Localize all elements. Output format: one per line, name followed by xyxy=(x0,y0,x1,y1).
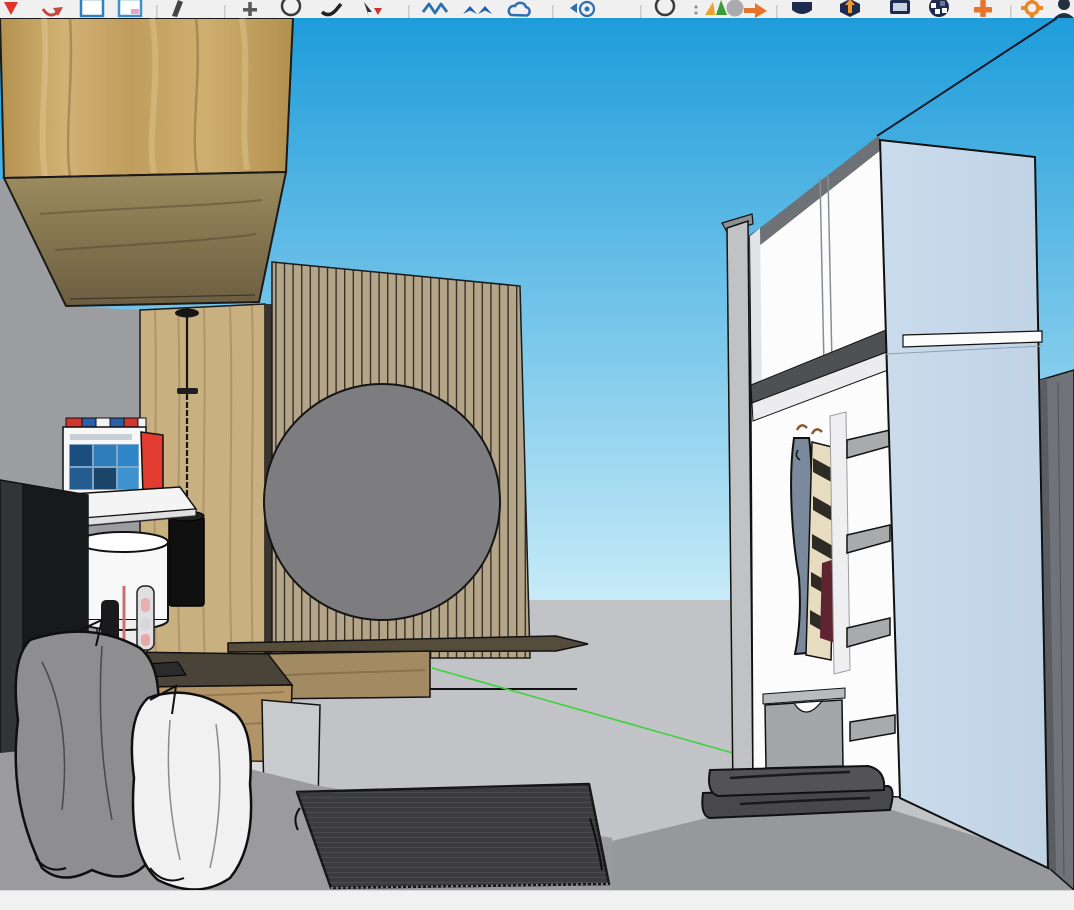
striped-book-edge xyxy=(66,418,146,427)
wardrobe-drawer[interactable] xyxy=(765,700,843,768)
export-arrow-icon[interactable] xyxy=(744,3,767,18)
round-mirror[interactable] xyxy=(264,384,500,620)
refresh-icon[interactable] xyxy=(656,0,674,15)
toolbar-separator xyxy=(776,5,778,18)
scale-tool-icon[interactable] xyxy=(119,0,141,16)
remote-device xyxy=(137,586,154,650)
rug-blanket[interactable] xyxy=(295,784,609,888)
pencil-tool-icon[interactable] xyxy=(172,0,183,17)
folded-towels[interactable] xyxy=(702,766,892,818)
select-cursor-icon[interactable] xyxy=(364,2,382,17)
toolbar-separator xyxy=(552,5,554,18)
globe-icon[interactable] xyxy=(929,0,949,17)
select-arrow-icon[interactable] xyxy=(4,2,18,15)
toolbar-handle-dots xyxy=(695,6,698,15)
toolbar-separator xyxy=(224,5,226,18)
status-bar xyxy=(0,890,1074,910)
rectangle-tool-icon[interactable] xyxy=(81,0,103,16)
toolbar-separator xyxy=(408,5,410,18)
profile-icon[interactable] xyxy=(1054,0,1074,18)
warehouse-logo-icon[interactable] xyxy=(705,0,727,15)
undo-icon[interactable] xyxy=(43,7,63,16)
settings-gear-icon[interactable] xyxy=(570,2,594,16)
main-toolbar xyxy=(0,0,1074,18)
app-window xyxy=(0,0,1074,910)
cloud-tool-icon[interactable] xyxy=(509,3,530,16)
3d-viewport[interactable] xyxy=(0,18,1074,890)
upload-box-icon[interactable] xyxy=(840,0,860,17)
add-plus-icon[interactable] xyxy=(974,0,992,17)
gray-sphere-icon[interactable] xyxy=(727,0,744,17)
zoom-tool-icon[interactable] xyxy=(322,4,341,15)
move-tool-icon[interactable] xyxy=(243,2,257,16)
sandbox-tool-icon[interactable] xyxy=(423,4,447,13)
toolbar-separator xyxy=(640,5,642,18)
pillow-white[interactable] xyxy=(132,686,251,890)
laptop-icon[interactable] xyxy=(890,0,910,14)
flags-tool-icon[interactable] xyxy=(463,6,492,14)
toolbar-separator xyxy=(156,5,158,18)
gear-icon[interactable] xyxy=(1021,0,1043,18)
wardrobe-door[interactable] xyxy=(880,140,1048,868)
shield-icon[interactable] xyxy=(792,2,812,14)
toolbar-separator xyxy=(1010,5,1012,18)
blue-book xyxy=(63,427,146,497)
orbit-tool-icon[interactable] xyxy=(282,0,300,15)
red-book xyxy=(141,432,163,495)
